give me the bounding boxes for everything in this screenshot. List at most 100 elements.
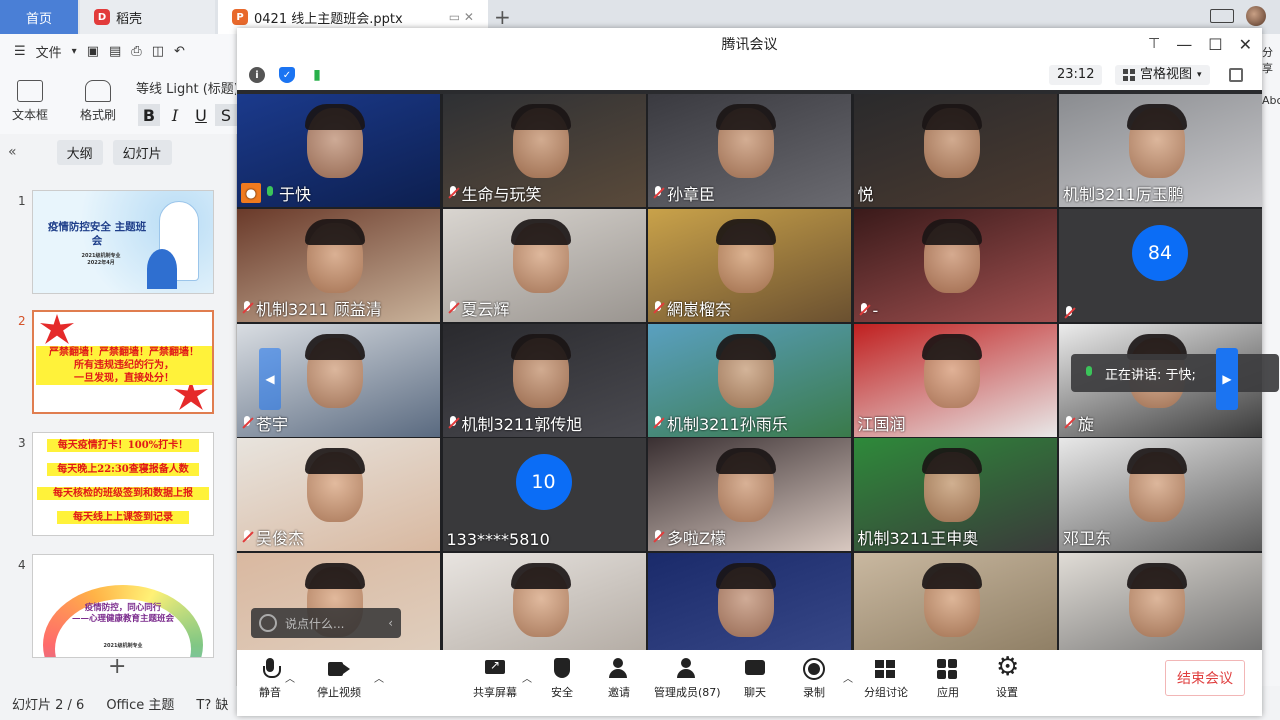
participant-tile[interactable]: 悦 (853, 94, 1057, 207)
maximize-icon[interactable]: ☐ (1208, 35, 1222, 54)
chat-button[interactable]: 聊天 (744, 658, 766, 700)
missing-font-label: 缺 (215, 697, 229, 713)
slide-thumbnail-active[interactable]: 严禁翻墙！严禁翻墙！严禁翻墙！ 所有违规违纪的行为， 一旦发现，直接处分！ (32, 310, 214, 414)
share-screen-button[interactable]: ︿ 共享屏幕 (473, 658, 532, 700)
window-layout-icon[interactable] (1210, 9, 1234, 23)
security-button[interactable]: 安全 (551, 658, 573, 700)
add-slide-button[interactable]: + (108, 654, 126, 679)
participant-name-label: 机制3211孙雨乐 (667, 414, 788, 434)
share-label[interactable]: 分享 (1262, 44, 1280, 76)
participant-tile[interactable]: 江国润 (853, 323, 1057, 437)
minimize-icon[interactable]: — (1176, 35, 1192, 54)
tab-daoke[interactable]: D 稻壳 (80, 0, 215, 34)
participant-tile[interactable]: 10 133****5810 (442, 438, 646, 552)
security-shield-icon[interactable]: ✓ (279, 67, 295, 83)
participant-tile[interactable]: 84 (1059, 208, 1262, 322)
italic-button[interactable]: I (164, 104, 186, 126)
slide-item-1[interactable]: 1 疫情防控安全 主题班会 2021级机制专业 2022年4月 (0, 190, 237, 298)
participant-tile[interactable]: 机制3211王申奥 (853, 438, 1057, 552)
tab-close-icon[interactable]: ▭ ✕ (449, 10, 474, 24)
print-icon[interactable]: ⎙ (131, 44, 141, 59)
slide-thumbnail[interactable]: 每天疫情打卡！100%打卡！ 每天晚上22:30查寝报备人数 每天核检的班级签到… (32, 432, 214, 536)
chevron-up-icon[interactable]: ︿ (374, 670, 384, 685)
chat-input[interactable]: 说点什么... ‹ (251, 608, 401, 638)
participant-tile[interactable]: 机制3211郭传旭 (442, 323, 646, 437)
emoji-icon[interactable] (259, 614, 277, 632)
undo-icon[interactable]: ↶ (174, 44, 185, 59)
slide-thumbnail[interactable]: 疫情防控安全 主题班会 2021级机制专业 2022年4月 (32, 190, 214, 294)
participant-tile[interactable]: 机制3211孙雨乐 (648, 323, 851, 437)
chevron-up-icon[interactable]: ︿ (522, 670, 532, 685)
record-button[interactable]: ︿ 录制 (803, 658, 853, 700)
slide-thumbnail[interactable]: 疫情防控，同心同行 ——心理健康教育主题班会 2021级机制专业 (32, 554, 214, 658)
signal-icon[interactable]: ▮ (309, 67, 325, 83)
strikethrough-button[interactable]: S (215, 104, 237, 126)
collapse-panel-icon[interactable]: « (8, 144, 17, 160)
tab-slides[interactable]: 幻灯片 (112, 139, 172, 165)
slide-item-2[interactable]: 2 严禁翻墙！严禁翻墙！严禁翻墙！ 所有违规违纪的行为， 一旦发现，直接处分！ (0, 310, 237, 418)
export-icon[interactable]: ▤ (109, 44, 121, 59)
participant-tile[interactable]: 生命与玩笑 (442, 94, 646, 207)
save-icon[interactable]: ▣ (87, 44, 99, 59)
participant-tile[interactable]: 机制3211 顾益清 (237, 208, 440, 322)
participant-tile[interactable]: 机制3211厉玉鹏 (1059, 94, 1262, 207)
style-sample[interactable]: Abc (1262, 94, 1280, 107)
file-menu[interactable]: 文件 (36, 42, 62, 61)
mic-muted-icon (447, 300, 459, 315)
participant-tile[interactable]: 孙章臣 (648, 94, 851, 207)
participant-name: 悦 (858, 181, 874, 205)
view-mode-select[interactable]: 宫格视图 ▾ (1115, 65, 1210, 85)
close-icon[interactable]: ✕ (1239, 35, 1252, 54)
mute-button[interactable]: ︿ 静音 (259, 658, 295, 700)
participant-tile[interactable]: 多啦Z檬 (648, 438, 851, 552)
missing-font-indicator[interactable]: T? 缺 (196, 694, 228, 713)
next-page-button[interactable]: ▶ (1216, 348, 1238, 410)
slide-item-4[interactable]: 4 疫情防控，同心同行 ——心理健康教育主题班会 2021级机制专业 (0, 554, 237, 662)
participant-count-bubble: 10 (515, 454, 572, 511)
participant-tile[interactable]: 夏云辉 (442, 208, 646, 322)
tab-outline[interactable]: 大纲 (56, 139, 103, 165)
fullscreen-icon[interactable] (1229, 68, 1243, 82)
participant-tile[interactable]: 吴俊杰 (237, 438, 440, 552)
invite-button[interactable]: 邀请 (608, 658, 630, 700)
participant-tile[interactable]: ● 于快 (237, 94, 440, 207)
slide-item-3[interactable]: 3 每天疫情打卡！100%打卡！ 每天晚上22:30查寝报备人数 每天核检的班级… (0, 432, 237, 540)
participant-name: 苍宇 (241, 411, 288, 435)
prev-page-button[interactable]: ◀ (259, 348, 281, 410)
hamburger-icon[interactable]: ☰ (14, 44, 26, 59)
new-tab-button[interactable]: + (494, 5, 511, 29)
participant-tile[interactable]: 網崽榴奈 (648, 208, 851, 322)
microphone-icon: ︿ (259, 658, 295, 685)
slide-line: 每天晚上22:30查寝报备人数 (47, 463, 199, 476)
end-meeting-button[interactable]: 结束会议 (1165, 660, 1245, 696)
chevron-up-icon[interactable]: ︿ (285, 670, 295, 685)
participant-tile[interactable]: - (853, 208, 1057, 322)
stop-video-button[interactable]: ︿ 停止视频 (317, 658, 384, 700)
textbox-tool[interactable]: 文本框 (12, 80, 48, 123)
slide-number: 3 (18, 436, 26, 450)
breakout-button[interactable]: 分组讨论 (864, 658, 908, 700)
preview-icon[interactable]: ◫ (152, 44, 164, 59)
font-name-select[interactable]: 等线 Light (标题) (136, 78, 236, 97)
chat-placeholder: 说点什么... (285, 616, 345, 631)
chevron-up-icon[interactable]: ︿ (843, 670, 853, 685)
pptx-file-icon: P (232, 9, 248, 25)
info-icon[interactable]: i (249, 67, 265, 83)
meeting-toolbar: ︿ 静音 ︿ 停止视频 ︿ 共享屏幕 安全 邀请 管理成员(87) 聊天 ︿ (237, 650, 1262, 716)
pin-icon[interactable]: ⊤ (1148, 36, 1160, 52)
manage-members-button[interactable]: 管理成员(87) (654, 658, 721, 700)
question-icon: T? (196, 697, 212, 713)
user-avatar[interactable] (1246, 6, 1266, 26)
theme-name[interactable]: Office 主题 (106, 694, 174, 713)
participant-hair (510, 104, 571, 130)
bold-button[interactable]: B (138, 104, 160, 126)
participant-tile[interactable]: 邓卫东 (1059, 438, 1262, 552)
record-icon: ︿ (803, 658, 853, 685)
chevron-left-icon[interactable]: ‹ (388, 616, 393, 630)
apps-button[interactable]: 应用 (937, 658, 959, 700)
tab-home[interactable]: 首页 (0, 0, 78, 34)
underline-button[interactable]: U (190, 104, 212, 126)
format-painter-tool[interactable]: 格式刷 (80, 80, 116, 123)
settings-button[interactable]: 设置 (996, 652, 1019, 700)
participant-hair (510, 333, 571, 360)
